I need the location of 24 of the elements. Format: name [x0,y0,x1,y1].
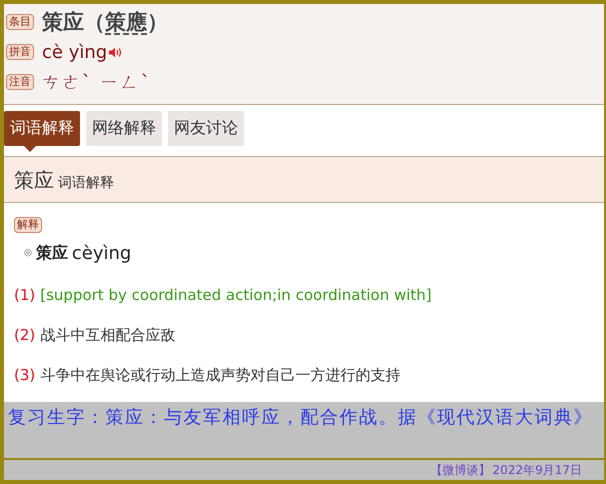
definition-pinyin: cèyìng [72,242,132,264]
sense-number: (3) [14,365,36,386]
sense-number: (2) [14,325,36,346]
headword-tag: 条目 [6,14,34,30]
definition-word: 策应 [36,242,68,264]
zhuyin-tag: 注音 [6,74,34,90]
sense-text: 战斗中互相配合应敌 [40,325,176,346]
section-title: 策应 [14,167,54,194]
source-label: 【微博谈】 [430,462,491,478]
speaker-icon[interactable] [109,46,122,58]
tab[interactable]: 网络解释 [86,111,162,146]
post-date: 2022年9月17日 [492,462,582,478]
sense-text: 斗争中在舆论或行动上造成声势对自己一方进行的支持 [40,365,400,386]
review-note: 复习生字：策应：与友军相呼应，配合作战。据《现代汉语大词典》 [4,402,604,460]
sense-number: (1) [14,285,36,306]
pinyin-tag: 拼音 [6,44,34,60]
bullet: ◎ [24,248,32,258]
section-subtitle: 词语解释 [58,174,114,192]
headword: 策应（策應） [42,9,168,36]
definition-tag: 解释 [14,217,42,233]
tab[interactable]: 网友讨论 [168,111,244,146]
pinyin: cè yìng [42,42,108,62]
sense-text: [support by coordinated action;in coordination with] [40,285,432,306]
zhuyin: ㄘㄜˋ ㄧㄥˋ [42,71,152,94]
